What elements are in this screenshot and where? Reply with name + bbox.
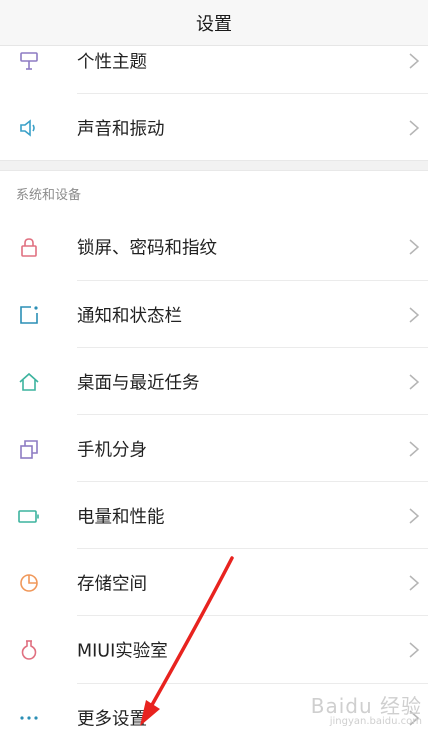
flask-icon [16, 637, 42, 663]
settings-item-miui-lab[interactable]: MIUI实验室 [0, 616, 428, 683]
baidu-watermark: Baidu 经验 jingyan.baidu.com [310, 693, 422, 728]
notification-icon [16, 302, 42, 328]
theme-brush-icon [16, 48, 42, 74]
watermark-logo: Baidu 经验 [310, 693, 422, 718]
settings-item-home[interactable]: 桌面与最近任务 [0, 348, 428, 415]
dual-copy-icon [16, 436, 42, 462]
chevron-right-icon [409, 238, 420, 255]
storage-pie-icon [16, 570, 42, 596]
settings-item-dual-apps[interactable]: 手机分身 [0, 415, 428, 482]
chevron-right-icon [409, 306, 420, 323]
settings-item-label: 更多设置 [77, 709, 147, 729]
settings-item-lock[interactable]: 锁屏、密码和指纹 [0, 213, 428, 280]
settings-item-label: 声音和振动 [77, 119, 165, 139]
settings-item-theme[interactable]: 个性主题 [0, 27, 428, 94]
chevron-right-icon [409, 119, 420, 136]
settings-item-label: 锁屏、密码和指纹 [77, 238, 217, 258]
home-icon [16, 369, 42, 395]
settings-item-label: 桌面与最近任务 [77, 373, 200, 393]
settings-item-label: 通知和状态栏 [77, 306, 182, 326]
settings-item-label: MIUI实验室 [77, 641, 168, 661]
battery-icon [16, 503, 42, 529]
chevron-right-icon [409, 440, 420, 457]
settings-item-label: 个性主题 [77, 52, 147, 72]
chevron-right-icon [409, 574, 420, 591]
chevron-right-icon [409, 641, 420, 658]
lock-icon [16, 234, 42, 260]
chevron-right-icon [409, 52, 420, 69]
settings-item-label: 电量和性能 [77, 507, 165, 527]
section-gap [0, 160, 428, 171]
watermark-url: jingyan.baidu.com [329, 715, 422, 727]
settings-item-storage[interactable]: 存储空间 [0, 549, 428, 616]
settings-item-notifications[interactable]: 通知和状态栏 [0, 281, 428, 348]
settings-item-battery[interactable]: 电量和性能 [0, 482, 428, 549]
more-dots-icon [16, 705, 42, 731]
settings-item-label: 手机分身 [77, 440, 147, 460]
section-title: 系统和设备 [16, 188, 82, 203]
speaker-icon [16, 115, 42, 141]
settings-item-sound[interactable]: 声音和振动 [0, 94, 428, 161]
chevron-right-icon [409, 507, 420, 524]
chevron-right-icon [409, 373, 420, 390]
settings-item-label: 存储空间 [77, 574, 147, 594]
